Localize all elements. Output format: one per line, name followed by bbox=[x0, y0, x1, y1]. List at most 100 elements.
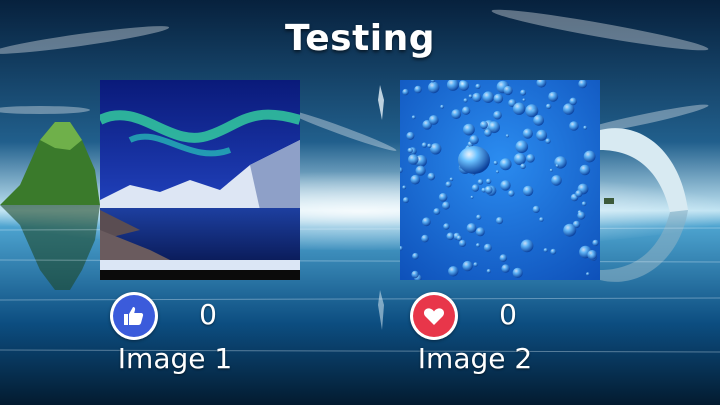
heart-button[interactable] bbox=[410, 292, 458, 340]
water-droplet bbox=[427, 143, 432, 148]
water-droplet bbox=[493, 110, 502, 120]
like-button[interactable] bbox=[110, 292, 158, 340]
water-droplet bbox=[586, 272, 590, 276]
water-droplet bbox=[536, 129, 548, 141]
water-droplet bbox=[438, 193, 448, 202]
water-droplet bbox=[412, 252, 419, 260]
water-droplet bbox=[442, 201, 450, 210]
water-droplet bbox=[493, 93, 504, 104]
water-droplet bbox=[411, 270, 419, 279]
water-droplet bbox=[486, 269, 491, 274]
water-droplet bbox=[587, 250, 598, 260]
water-droplet bbox=[515, 140, 529, 153]
water-droplet bbox=[555, 164, 559, 168]
water-droplet bbox=[499, 254, 508, 262]
water-droplet bbox=[468, 94, 473, 99]
water-droplet bbox=[414, 85, 422, 94]
image-card-1: 0 Image 1 bbox=[100, 80, 300, 380]
water-droplet bbox=[421, 142, 428, 148]
image-1-photo[interactable] bbox=[100, 80, 300, 280]
water-droplet bbox=[583, 125, 588, 130]
water-droplet bbox=[466, 223, 477, 233]
water-droplet bbox=[463, 98, 468, 103]
water-droplet bbox=[520, 163, 526, 170]
water-droplet bbox=[539, 217, 544, 222]
water-droplet bbox=[493, 160, 498, 165]
water-droplet bbox=[569, 97, 577, 106]
water-droplet bbox=[443, 223, 450, 230]
water-droplet bbox=[563, 223, 577, 237]
water-droplet bbox=[495, 217, 504, 225]
image-2-photo[interactable] bbox=[400, 80, 600, 280]
water-droplet bbox=[411, 115, 416, 120]
water-droplet bbox=[575, 190, 583, 198]
water-droplet bbox=[581, 201, 587, 207]
water-droplet bbox=[484, 129, 492, 137]
water-droplet bbox=[469, 135, 479, 145]
water-droplet bbox=[475, 227, 485, 237]
water-droplet bbox=[532, 205, 540, 213]
water-droplet bbox=[545, 103, 552, 110]
aurora-landscape-image bbox=[100, 80, 300, 280]
water-droplet bbox=[421, 234, 429, 243]
heart-icon bbox=[423, 308, 445, 325]
water-droplet bbox=[470, 195, 474, 199]
water-droplet bbox=[475, 243, 481, 248]
water-droplet bbox=[477, 179, 484, 185]
water-droplet bbox=[485, 178, 492, 184]
water-droplet bbox=[549, 168, 553, 172]
heart-button-circle bbox=[413, 295, 455, 337]
water-droplet bbox=[415, 165, 426, 176]
page-title: Testing bbox=[284, 18, 436, 59]
water-droplet bbox=[551, 175, 562, 186]
water-droplet bbox=[458, 80, 470, 91]
water-droplet bbox=[548, 91, 559, 102]
water-droplet bbox=[505, 134, 509, 138]
water-droplet bbox=[526, 154, 535, 163]
water-droplet bbox=[408, 154, 419, 165]
water-droplet bbox=[513, 153, 526, 166]
water-droplet bbox=[475, 83, 481, 89]
water-droplet bbox=[545, 138, 551, 144]
water-droplet bbox=[428, 81, 440, 94]
water-droplet bbox=[495, 170, 499, 174]
water-droplet bbox=[433, 208, 441, 215]
water-droplet bbox=[520, 89, 527, 96]
water-droplet bbox=[448, 266, 459, 277]
image-card-2: 0 Image 2 bbox=[400, 80, 600, 380]
water-droplet bbox=[402, 88, 409, 96]
heart-count: 0 bbox=[499, 298, 517, 331]
water-droplet bbox=[449, 177, 454, 182]
water-droplet bbox=[583, 150, 596, 163]
water-droplet bbox=[473, 262, 478, 267]
water-droplet bbox=[461, 106, 471, 115]
water-droplet bbox=[569, 121, 579, 131]
water-droplet bbox=[499, 158, 512, 171]
thumbs-up-icon bbox=[124, 307, 144, 325]
water-droplet bbox=[446, 232, 455, 241]
water-droplet bbox=[579, 164, 591, 176]
water-droplet bbox=[512, 102, 526, 115]
water-droplet bbox=[482, 91, 494, 103]
water-droplet bbox=[430, 143, 442, 155]
water-droplet bbox=[462, 260, 473, 272]
water-droplet bbox=[484, 185, 493, 194]
water-droplet bbox=[550, 248, 557, 255]
water-droplet bbox=[520, 239, 534, 253]
water-droplet bbox=[525, 104, 539, 118]
water-droplet bbox=[472, 92, 482, 102]
like-button-circle bbox=[113, 295, 155, 337]
large-water-droplet bbox=[458, 146, 490, 174]
water-droplet bbox=[592, 239, 599, 247]
app-stage: Testing 0 Image 1 0 Image 2 bbox=[0, 0, 720, 405]
water-droplet bbox=[483, 243, 492, 252]
image-2-caption: Image 2 bbox=[417, 342, 533, 375]
water-droplet bbox=[476, 214, 482, 220]
water-droplet bbox=[577, 211, 586, 220]
water-droplet bbox=[445, 181, 452, 188]
water-droplet bbox=[543, 248, 548, 253]
water-droplet bbox=[501, 264, 510, 273]
water-droplets-image bbox=[400, 80, 600, 280]
water-droplet bbox=[402, 197, 409, 204]
water-droplet bbox=[500, 180, 511, 191]
